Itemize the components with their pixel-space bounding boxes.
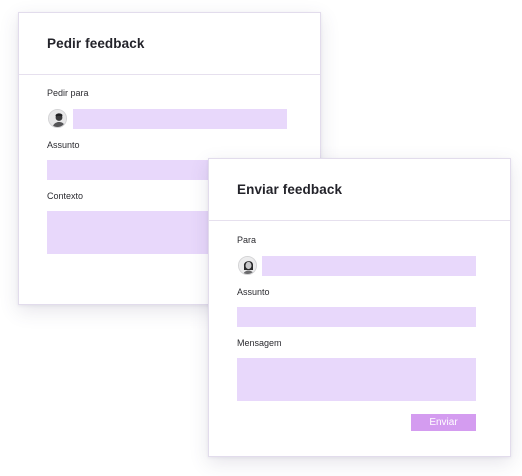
- request-feedback-header: Pedir feedback: [19, 13, 320, 75]
- send-button[interactable]: Enviar: [411, 414, 476, 431]
- request-feedback-title: Pedir feedback: [47, 36, 145, 51]
- send-message-field[interactable]: [237, 358, 476, 401]
- request-subject-label: Assunto: [47, 140, 80, 150]
- send-subject-field[interactable]: [237, 307, 476, 327]
- send-feedback-header: Enviar feedback: [209, 159, 510, 221]
- send-avatar-icon: [238, 256, 257, 275]
- send-feedback-title: Enviar feedback: [237, 182, 343, 197]
- request-to-field[interactable]: [73, 109, 287, 129]
- send-to-label: Para: [237, 235, 257, 245]
- request-to-label: Pedir para: [47, 88, 89, 98]
- request-avatar-icon: [48, 109, 67, 128]
- request-context-label: Contexto: [47, 191, 84, 201]
- send-message-label: Mensagem: [237, 338, 282, 348]
- send-feedback-card: Enviar feedback Para Assunto Mensagem En…: [208, 158, 511, 457]
- send-to-field[interactable]: [262, 256, 476, 276]
- send-subject-label: Assunto: [237, 287, 270, 297]
